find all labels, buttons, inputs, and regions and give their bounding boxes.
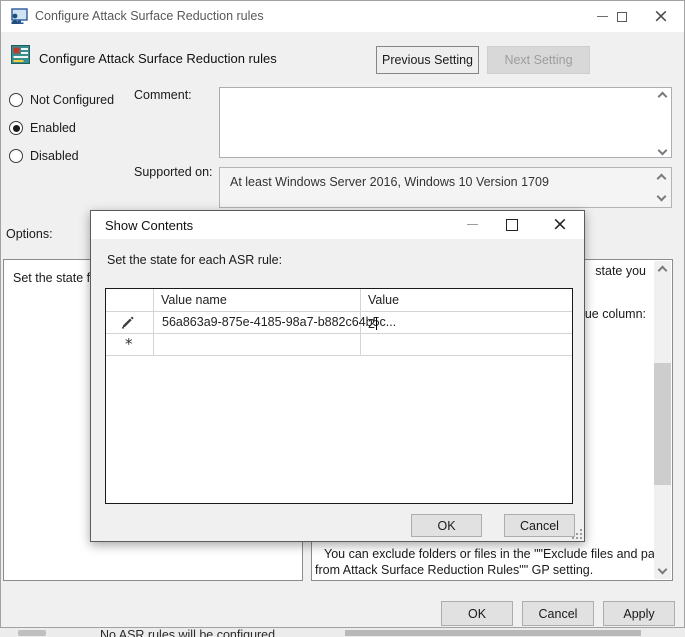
background-window-strip: No ASR rules will be configured <box>0 628 685 637</box>
radio-disabled[interactable]: Disabled <box>9 148 79 164</box>
group-policy-window-icon <box>10 8 28 25</box>
maximize-icon <box>506 219 518 231</box>
policy-setting-icon <box>11 45 30 64</box>
help-scrollbar[interactable] <box>654 261 671 579</box>
minimize-icon <box>467 224 478 225</box>
grid-line <box>106 355 572 356</box>
show-contents-instruction: Set the state for each ASR rule: <box>107 253 282 267</box>
help-exclude-line-2: from Attack Surface Reduction Rules"" GP… <box>315 563 593 577</box>
radio-label: Enabled <box>30 121 76 135</box>
cell-value-name[interactable]: 56a863a9-875e-4185-98a7-b882c64b5c... <box>162 315 396 329</box>
asr-rules-table: Value name Value 56a863a9-875e-4185-98a7… <box>105 288 573 504</box>
apply-button[interactable]: Apply <box>603 601 675 626</box>
grid-line <box>106 333 572 334</box>
minimize-icon <box>597 16 608 17</box>
modal-close-button[interactable]: × <box>547 211 573 238</box>
close-icon: × <box>552 215 568 234</box>
screen: No ASR rules will be configured Configur… <box>0 0 685 637</box>
supported-on-label: Supported on: <box>134 165 213 179</box>
radio-label: Disabled <box>30 149 79 163</box>
previous-setting-button[interactable]: Previous Setting <box>376 46 479 74</box>
grid-line <box>106 311 572 312</box>
help-fragment-1: state you <box>595 264 646 278</box>
show-contents-dialog: Show Contents × Set the state for each A… <box>90 210 585 542</box>
show-contents-ok-button[interactable]: OK <box>411 514 482 537</box>
cancel-button[interactable]: Cancel <box>522 601 594 626</box>
background-clipped-text: No ASR rules will be configured <box>100 628 275 637</box>
cell-value-text: 2 <box>368 317 375 331</box>
text-caret <box>376 317 377 330</box>
ok-button[interactable]: OK <box>441 601 513 626</box>
radio-circle <box>9 93 23 107</box>
options-label: Options: <box>6 227 53 241</box>
help-exclude-line-1: You can exclude folders or files in the … <box>324 547 672 561</box>
supported-on-value: At least Windows Server 2016, Windows 10… <box>230 175 549 189</box>
next-setting-button[interactable]: Next Setting <box>487 46 590 74</box>
radio-circle <box>9 149 23 163</box>
supported-scroll-up-icon[interactable] <box>657 174 667 184</box>
column-header-value-name[interactable]: Value name <box>161 293 227 307</box>
scroll-up-icon[interactable] <box>658 266 668 276</box>
resize-grip[interactable] <box>572 529 582 539</box>
radio-not-configured[interactable]: Not Configured <box>9 92 114 108</box>
comment-input[interactable] <box>219 87 672 158</box>
scroll-down-icon[interactable] <box>658 565 668 575</box>
supported-scroll-down-icon[interactable] <box>657 192 667 202</box>
modal-minimize-button[interactable] <box>459 211 485 238</box>
scrollbar-thumb[interactable] <box>654 363 671 485</box>
maximize-button[interactable] <box>607 1 637 32</box>
window-title: Configure Attack Surface Reduction rules <box>35 9 264 23</box>
comment-label: Comment: <box>134 88 192 102</box>
options-panel-text: Set the state for <box>13 271 101 285</box>
modal-maximize-button[interactable] <box>499 211 525 238</box>
grid-line <box>153 289 154 355</box>
setting-title: Configure Attack Surface Reduction rules <box>39 51 277 66</box>
radio-circle-selected <box>9 121 23 135</box>
close-button[interactable]: × <box>644 1 678 32</box>
edit-row-pencil-icon <box>121 316 134 329</box>
radio-label: Not Configured <box>30 93 114 107</box>
background-gray-bar <box>345 630 641 636</box>
background-scrollbar-fragment <box>18 630 46 636</box>
maximize-icon <box>617 12 627 22</box>
main-titlebar[interactable]: Configure Attack Surface Reduction rules… <box>1 1 684 32</box>
supported-on-box: At least Windows Server 2016, Windows 10… <box>219 167 672 208</box>
show-contents-title: Show Contents <box>105 218 193 233</box>
show-contents-cancel-button[interactable]: Cancel <box>504 514 575 537</box>
close-icon: × <box>653 7 669 26</box>
cell-value-editing[interactable]: 2 <box>368 315 377 333</box>
column-header-value[interactable]: Value <box>368 293 399 307</box>
show-contents-titlebar[interactable]: Show Contents × <box>91 211 584 239</box>
new-row-asterisk-icon: * <box>125 335 133 353</box>
radio-enabled[interactable]: Enabled <box>9 120 76 136</box>
